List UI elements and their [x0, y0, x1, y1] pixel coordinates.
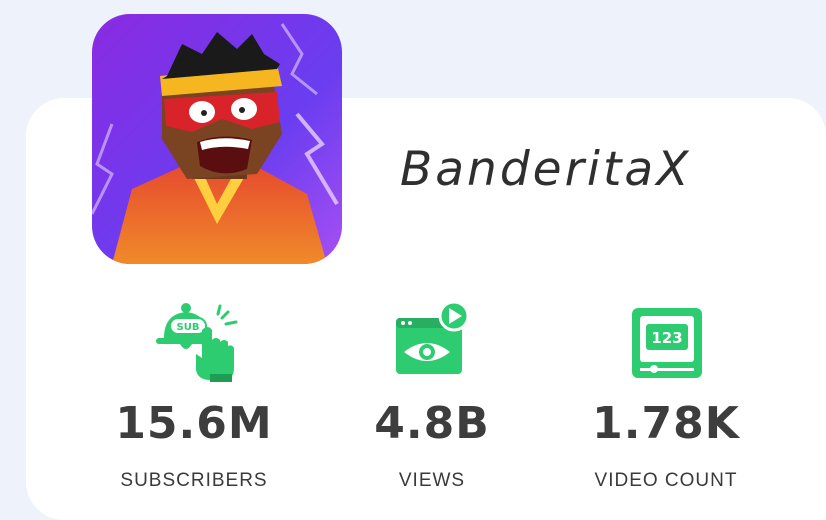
cartoon-character-avatar — [92, 14, 342, 264]
video-count-icon: 123 — [630, 306, 704, 384]
video-views-icon — [394, 300, 474, 382]
subscribers-value: 15.6M — [115, 398, 273, 449]
channel-avatar[interactable] — [92, 14, 342, 264]
views-value: 4.8B — [374, 398, 490, 449]
video-count-value: 1.78K — [592, 398, 740, 449]
svg-text:123: 123 — [651, 329, 682, 347]
video-count-label: VIDEO COUNT — [594, 470, 738, 491]
subscribers-label: SUBSCRIBERS — [120, 470, 268, 491]
channel-name: BanderitaX — [400, 142, 692, 197]
views-label: VIEWS — [398, 470, 466, 491]
svg-text:SUB: SUB — [177, 322, 200, 333]
subscribe-bell-icon: SUB — [152, 300, 244, 388]
